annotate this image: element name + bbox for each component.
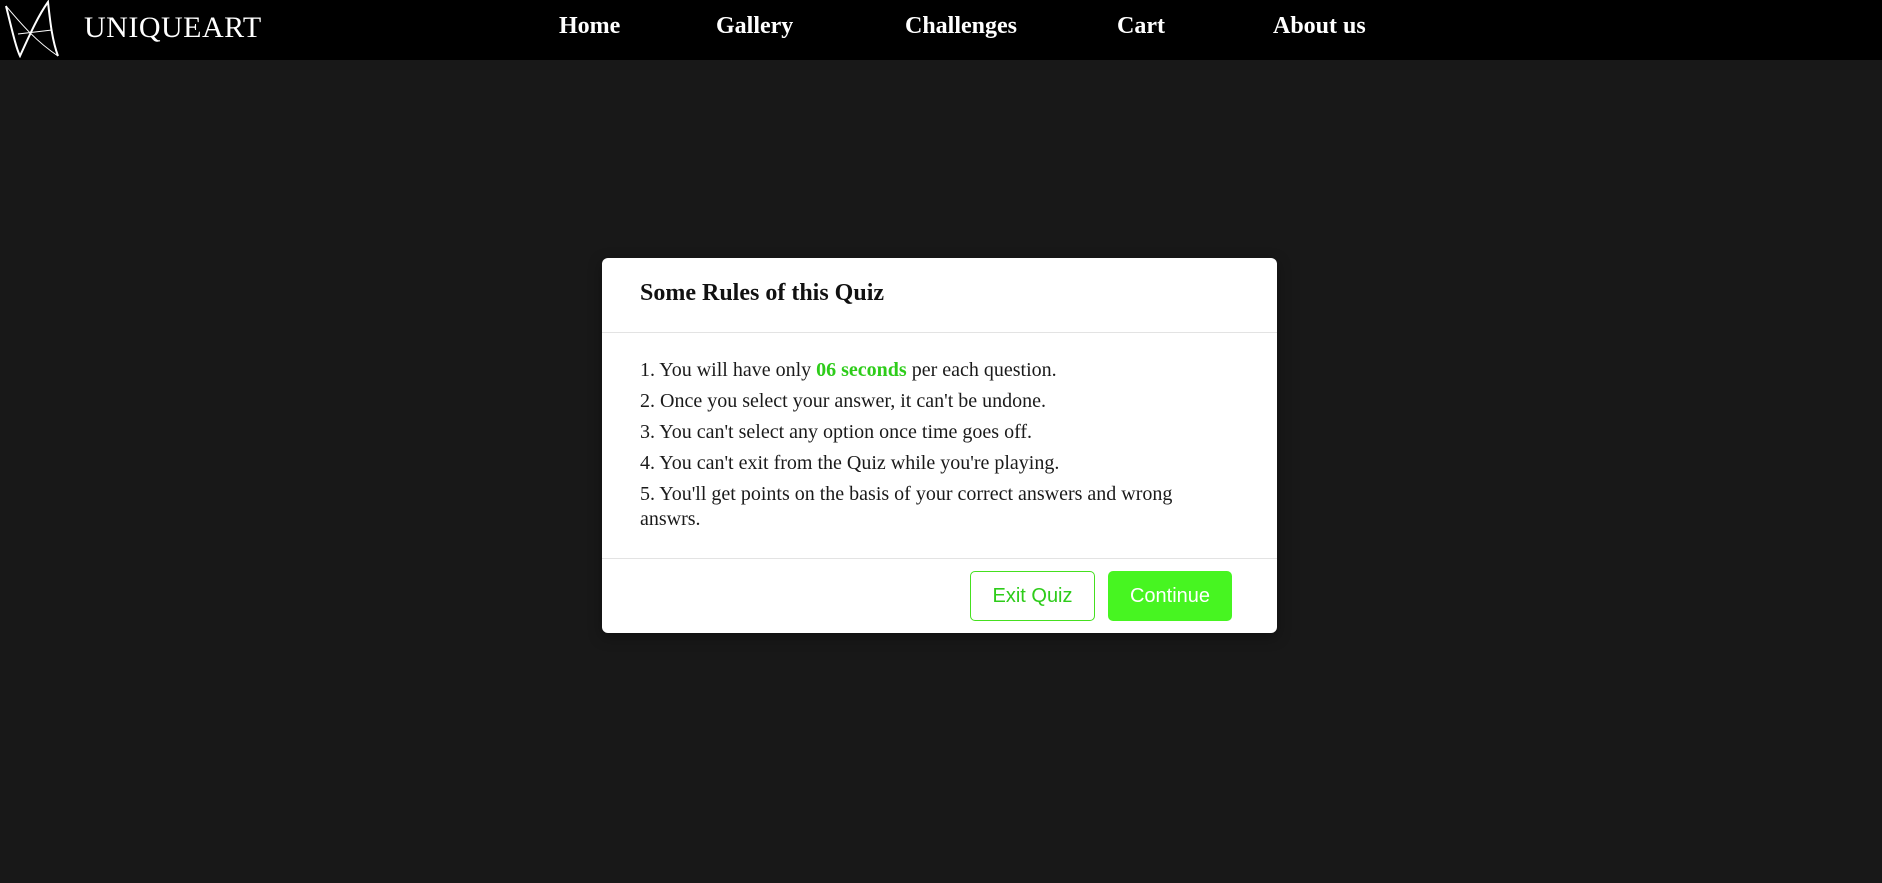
quiz-rules-dialog: Some Rules of this Quiz 1. You will have… [602, 258, 1277, 633]
rules-list: 1. You will have only 06 seconds per eac… [640, 358, 1220, 538]
continue-button[interactable]: Continue [1108, 571, 1232, 621]
rule-1-text-start: 1. You will have only [640, 359, 817, 381]
rule-item-1: 1. You will have only 06 seconds per eac… [640, 358, 1220, 383]
nav-link-about[interactable]: About us [1273, 13, 1366, 40]
logo-icon[interactable] [4, 0, 60, 58]
rule-1-text-end: per each question. [906, 359, 1057, 381]
nav-link-cart[interactable]: Cart [1117, 13, 1165, 40]
nav-link-home[interactable]: Home [559, 13, 620, 40]
rule-item-3: 3. You can't select any option once time… [640, 421, 1033, 443]
rule-item-4: 4. You can't exit from the Quiz while yo… [640, 452, 1060, 474]
rule-item-2: 2. Once you select your answer, it can't… [640, 390, 1047, 412]
dialog-header: Some Rules of this Quiz [602, 258, 1277, 333]
nav-link-gallery[interactable]: Gallery [716, 13, 793, 40]
brand-name[interactable]: UNIQUEART [84, 11, 262, 45]
navbar: UNIQUEART Home Gallery Challenges Cart A… [0, 0, 1882, 60]
rule-item-5: 5. You'll get points on the basis of you… [640, 483, 1173, 530]
dialog-footer: Exit Quiz Continue [602, 558, 1277, 634]
exit-quiz-button[interactable]: Exit Quiz [970, 571, 1095, 621]
time-limit-highlight: 06 seconds [816, 359, 907, 381]
nav-link-challenges[interactable]: Challenges [905, 13, 1017, 40]
dialog-title: Some Rules of this Quiz [640, 280, 885, 306]
